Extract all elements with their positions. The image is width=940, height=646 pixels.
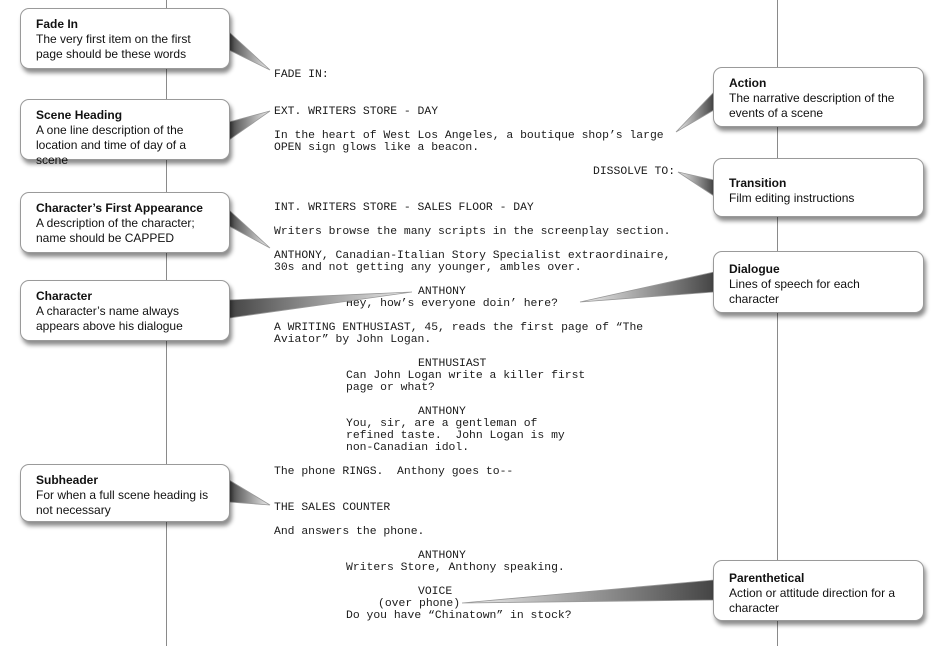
script-character-enthusiast: ENTHUSIAST <box>418 358 487 370</box>
script-action-4: The phone RINGS. Anthony goes to-- <box>274 466 514 478</box>
pointer-parenthetical <box>461 579 715 604</box>
callout-first-appearance-desc: A description of the character; name sho… <box>36 216 195 245</box>
script-character-voice: VOICE <box>418 586 453 598</box>
pointer-dialogue <box>579 271 715 303</box>
callout-dialogue-desc: Lines of speech for each character <box>729 277 860 306</box>
callout-scene-heading-title: Scene Heading <box>36 108 123 122</box>
callout-transition-desc: Film editing instructions <box>729 191 855 205</box>
callout-subheader: Subheader For when a full scene heading … <box>20 464 230 522</box>
script-dialogue-2: Can John Logan write a killer first page… <box>346 370 586 394</box>
pointer-first-appearance <box>228 209 271 249</box>
callout-transition: Transition Film editing instructions <box>713 158 924 217</box>
script-scene-heading-1: EXT. WRITERS STORE - DAY <box>274 106 439 118</box>
pointer-fade-in <box>228 31 271 71</box>
script-character-anthony-1: ANTHONY <box>418 286 466 298</box>
callout-character-title: Character <box>36 289 93 303</box>
callout-dialogue-title: Dialogue <box>729 262 780 276</box>
callout-dialogue: Dialogue Lines of speech for each charac… <box>713 251 924 313</box>
callout-first-appearance: Character’s First Appearance A descripti… <box>20 192 230 253</box>
callout-fade-in-title: Fade In <box>36 17 79 31</box>
callout-subheader-title: Subheader <box>36 473 99 487</box>
callout-parenthetical: Parenthetical Action or attitude directi… <box>713 560 924 621</box>
script-action-3: A WRITING ENTHUSIAST, 45, reads the firs… <box>274 322 644 346</box>
script-character-first-appearance: ANTHONY, Canadian-Italian Story Speciali… <box>274 250 671 274</box>
callout-action-desc: The narrative description of the events … <box>729 91 895 120</box>
pointer-subheader <box>228 479 271 506</box>
script-dialogue-1: Hey, how’s everyone doin’ here? <box>346 298 558 310</box>
script-subheader: THE SALES COUNTER <box>274 502 391 514</box>
script-character-anthony-3: ANTHONY <box>418 550 466 562</box>
callout-transition-title: Transition <box>729 176 787 190</box>
script-action-5: And answers the phone. <box>274 526 425 538</box>
callout-parenthetical-title: Parenthetical <box>729 571 805 585</box>
pointer-action <box>675 90 715 133</box>
callout-fade-in: Fade In The very first item on the first… <box>20 8 230 69</box>
callout-fade-in-desc: The very first item on the first page sh… <box>36 32 191 61</box>
callout-character-desc: A character’s name always appears above … <box>36 304 183 333</box>
callout-scene-heading-desc: A one line description of the location a… <box>36 123 187 167</box>
script-action-1: In the heart of West Los Angeles, a bout… <box>274 130 664 154</box>
script-parenthetical: (over phone) <box>378 598 461 610</box>
callout-subheader-desc: For when a full scene heading is not nec… <box>36 488 209 517</box>
script-action-2: Writers browse the many scripts in the s… <box>274 226 671 238</box>
callout-action: Action The narrative description of the … <box>713 67 924 127</box>
callout-parenthetical-desc: Action or attitude direction for a chara… <box>729 586 896 615</box>
script-character-anthony-2: ANTHONY <box>418 406 466 418</box>
script-fade-in: FADE IN: <box>274 69 329 81</box>
pointer-scene-heading <box>228 110 271 141</box>
callout-scene-heading: Scene Heading A one line description of … <box>20 99 230 167</box>
callout-first-appearance-title: Character’s First Appearance <box>36 201 203 215</box>
script-transition: DISSOLVE TO: <box>593 166 676 178</box>
pointer-transition <box>677 171 715 197</box>
callout-character: Character A character’s name always appe… <box>20 280 230 341</box>
script-dialogue-5: Do you have “Chinatown” in stock? <box>346 610 572 622</box>
script-scene-heading-2: INT. WRITERS STORE - SALES FLOOR - DAY <box>274 202 534 214</box>
callout-action-title: Action <box>729 76 767 90</box>
script-dialogue-3: You, sir, are a gentleman of refined tas… <box>346 418 565 454</box>
script-dialogue-4: Writers Store, Anthony speaking. <box>346 562 565 574</box>
